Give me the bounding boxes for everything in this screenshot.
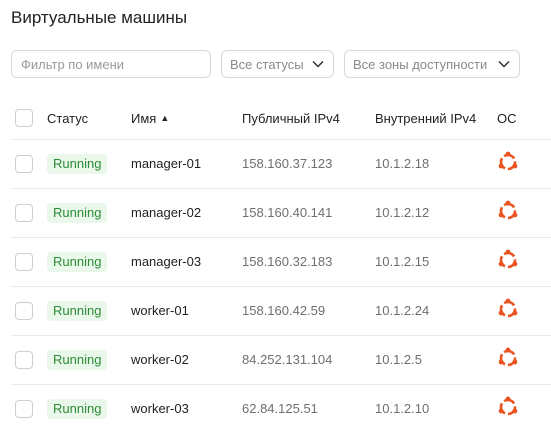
ubuntu-icon [497, 298, 519, 320]
table-row[interactable]: Running manager-01 158.160.37.123 10.1.2… [11, 139, 551, 189]
row-status-cell: Running [47, 286, 131, 336]
row-select-cell [11, 384, 47, 429]
row-select-cell [11, 237, 47, 287]
row-select-cell [11, 139, 47, 189]
table-header-row: Статус Имя ▲ Публичный IPv4 Внутренний I… [11, 98, 551, 140]
row-name[interactable]: manager-01 [131, 139, 242, 189]
row-checkbox[interactable] [15, 154, 33, 173]
ubuntu-icon [497, 151, 519, 173]
row-os-cell [497, 139, 551, 189]
row-os-cell [497, 335, 551, 385]
vm-table: Статус Имя ▲ Публичный IPv4 Внутренний I… [11, 98, 551, 429]
row-checkbox[interactable] [15, 301, 33, 320]
row-public-ip: 158.160.32.183 [242, 237, 375, 287]
row-internal-ip: 10.1.2.12 [375, 188, 497, 238]
row-internal-ip: 10.1.2.18 [375, 139, 497, 189]
header-name[interactable]: Имя ▲ [131, 98, 242, 140]
row-name[interactable]: worker-03 [131, 384, 242, 429]
sort-ascending-icon: ▲ [160, 113, 170, 124]
header-name-label: Имя [131, 110, 157, 126]
status-badge: Running [47, 300, 108, 321]
header-public-ip[interactable]: Публичный IPv4 [242, 98, 375, 140]
row-status-cell: Running [47, 188, 131, 238]
row-checkbox[interactable] [15, 399, 33, 418]
zone-filter-select[interactable]: Все зоны доступности [344, 50, 520, 78]
row-public-ip: 158.160.37.123 [242, 139, 375, 189]
status-badge: Running [47, 251, 108, 272]
row-name[interactable]: manager-02 [131, 188, 242, 238]
row-public-ip: 62.84.125.51 [242, 384, 375, 429]
status-badge: Running [47, 202, 108, 223]
table-row[interactable]: Running manager-03 158.160.32.183 10.1.2… [11, 237, 551, 287]
row-checkbox[interactable] [15, 203, 33, 222]
row-internal-ip: 10.1.2.24 [375, 286, 497, 336]
header-status[interactable]: Статус [47, 98, 131, 140]
row-checkbox[interactable] [15, 252, 33, 271]
table-row[interactable]: Running manager-02 158.160.40.141 10.1.2… [11, 188, 551, 238]
row-public-ip: 158.160.42.59 [242, 286, 375, 336]
page-title: Виртуальные машины [11, 8, 188, 27]
status-filter-value: Все статусы [230, 56, 304, 72]
ubuntu-icon [497, 396, 519, 418]
table-row[interactable]: Running worker-03 62.84.125.51 10.1.2.10 [11, 384, 551, 429]
zone-filter-value: Все зоны доступности [353, 56, 488, 72]
status-badge: Running [47, 398, 108, 419]
row-select-cell [11, 335, 47, 385]
row-os-cell [497, 384, 551, 429]
row-select-cell [11, 188, 47, 238]
row-os-cell [497, 237, 551, 287]
table-row[interactable]: Running worker-02 84.252.131.104 10.1.2.… [11, 335, 551, 385]
row-name[interactable]: manager-03 [131, 237, 242, 287]
header-os[interactable]: ОС [497, 98, 551, 140]
row-name[interactable]: worker-02 [131, 335, 242, 385]
ubuntu-icon [497, 200, 519, 222]
row-status-cell: Running [47, 384, 131, 429]
chevron-down-icon [311, 57, 325, 71]
row-public-ip: 158.160.40.141 [242, 188, 375, 238]
header-internal-ip[interactable]: Внутренний IPv4 [375, 98, 497, 140]
row-select-cell [11, 286, 47, 336]
status-badge: Running [47, 349, 108, 370]
row-name[interactable]: worker-01 [131, 286, 242, 336]
row-os-cell [497, 286, 551, 336]
row-checkbox[interactable] [15, 350, 33, 369]
row-public-ip: 84.252.131.104 [242, 335, 375, 385]
row-internal-ip: 10.1.2.10 [375, 384, 497, 429]
row-status-cell: Running [47, 335, 131, 385]
row-os-cell [497, 188, 551, 238]
row-status-cell: Running [47, 139, 131, 189]
status-filter-select[interactable]: Все статусы [221, 50, 334, 78]
row-internal-ip: 10.1.2.15 [375, 237, 497, 287]
select-all-checkbox[interactable] [15, 109, 33, 128]
status-badge: Running [47, 153, 108, 174]
header-select-all [11, 98, 47, 140]
name-filter-input[interactable] [11, 50, 211, 78]
ubuntu-icon [497, 249, 519, 271]
row-status-cell: Running [47, 237, 131, 287]
ubuntu-icon [497, 347, 519, 369]
row-internal-ip: 10.1.2.5 [375, 335, 497, 385]
table-row[interactable]: Running worker-01 158.160.42.59 10.1.2.2… [11, 286, 551, 336]
chevron-down-icon [497, 57, 511, 71]
